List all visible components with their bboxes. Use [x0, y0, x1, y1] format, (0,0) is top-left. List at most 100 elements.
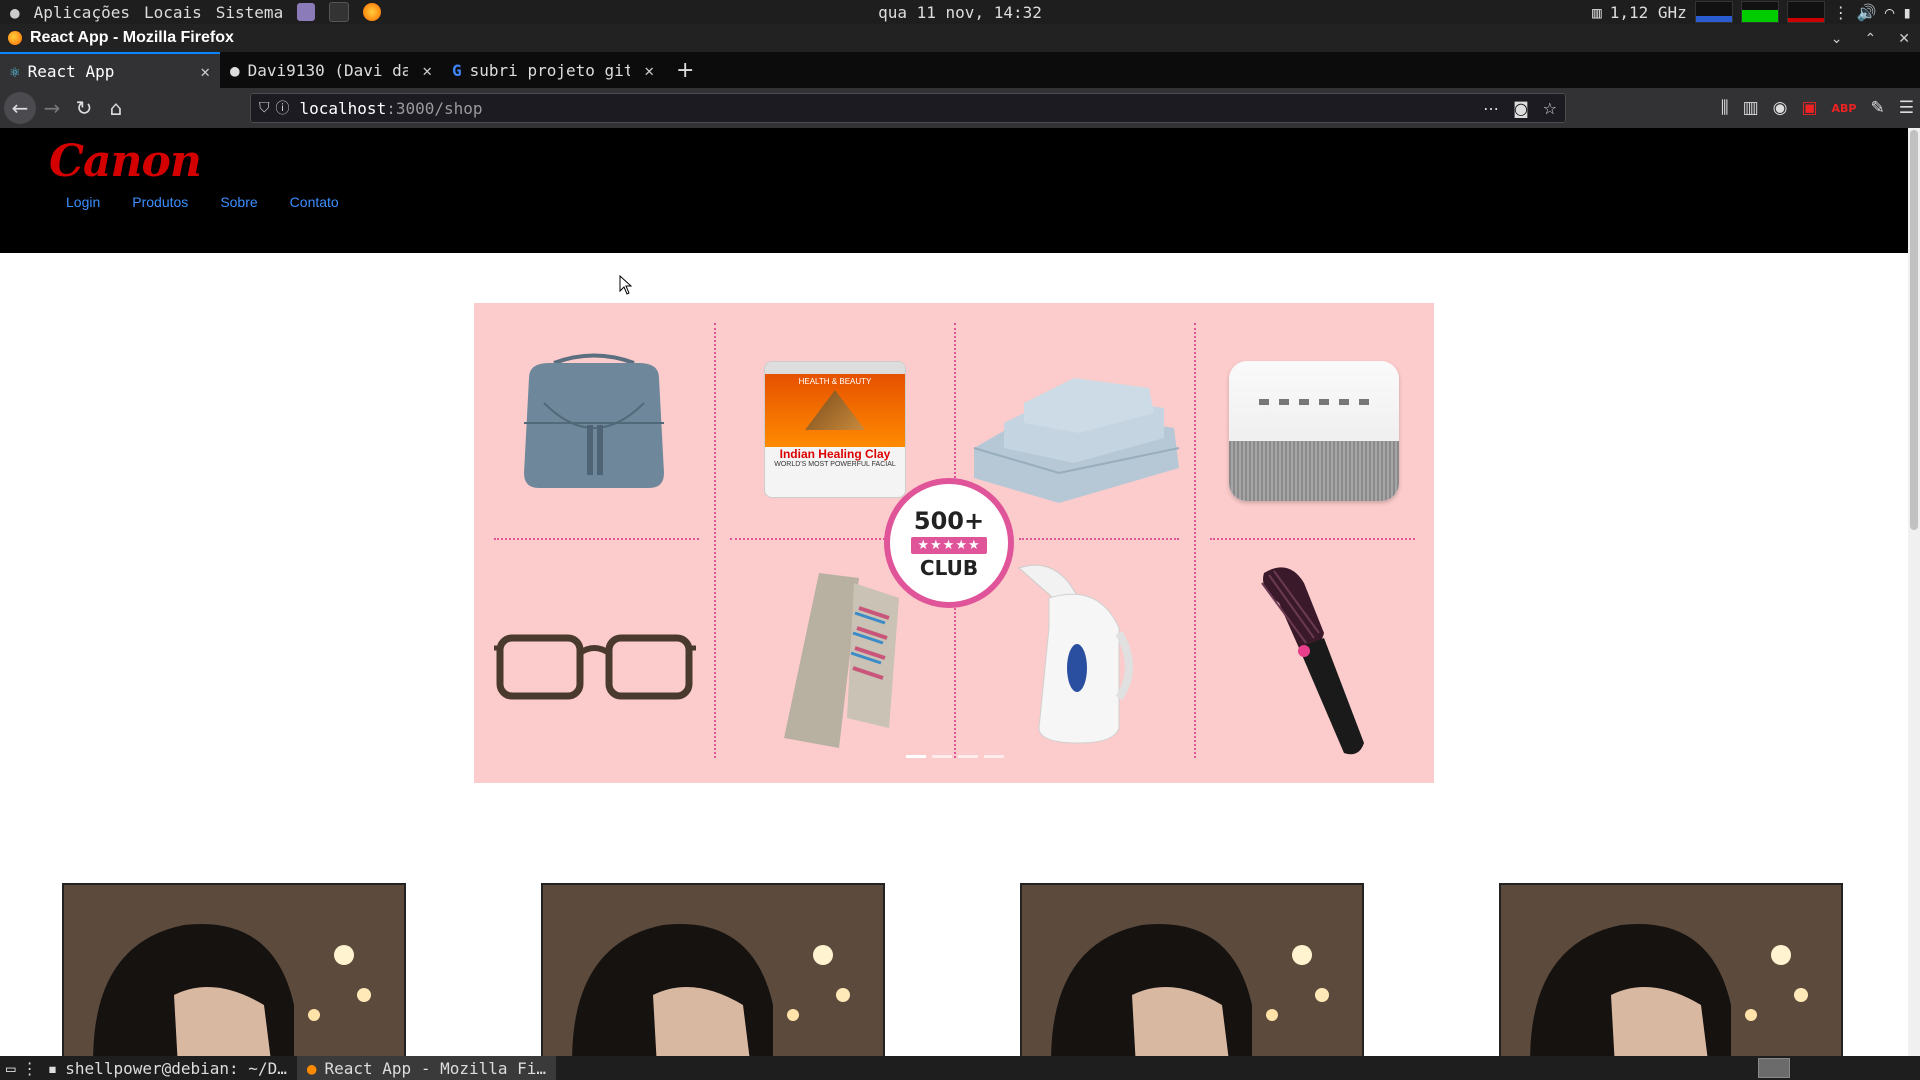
product-card-image[interactable]: [62, 883, 406, 1056]
shield-icon[interactable]: ⛉: [259, 100, 270, 116]
show-desktop-icon[interactable]: ▭: [6, 1059, 16, 1078]
back-button[interactable]: ←: [4, 92, 36, 124]
close-tab-icon[interactable]: ✕: [644, 61, 654, 80]
cpu-graph: [1694, 1, 1733, 23]
club-badge: 500+ ★★★★★ CLUB: [884, 478, 1014, 608]
product-glasses-image[interactable]: [492, 628, 697, 708]
nav-link-login[interactable]: Login: [66, 194, 100, 210]
tab-label: subri projeto git: [469, 60, 630, 80]
info-icon[interactable]: ⓘ: [276, 98, 290, 118]
page-scrollbar[interactable]: [1908, 128, 1920, 1056]
battery-icon[interactable]: ▮: [1902, 3, 1912, 22]
tab-react-app[interactable]: ⚛ React App ✕: [0, 52, 220, 88]
tab-github[interactable]: ● Davi9130 (Davi da ✕: [220, 52, 442, 88]
library-icon[interactable]: ⫼: [1721, 98, 1729, 118]
web-page: Canon Login Produtos Sobre Contato HEALT…: [0, 128, 1908, 1056]
sidebar-icon[interactable]: ▥: [1743, 98, 1759, 118]
url-bar[interactable]: ⛉ ⓘ localhost :3000/shop ⋯ ◙ ☆: [250, 93, 1566, 123]
home-button[interactable]: ⌂: [100, 92, 132, 124]
menu-dots-icon[interactable]: ⋮: [1833, 3, 1849, 22]
workspace-switcher[interactable]: [1758, 1058, 1790, 1078]
system-top-panel: ● Aplicações Locais Sistema qua 11 nov, …: [0, 0, 1920, 24]
task-terminal[interactable]: ▪ shellpower@debian: ~/D…: [38, 1056, 297, 1080]
debian-logo-icon[interactable]: ●: [10, 3, 20, 22]
carousel-dot[interactable]: [932, 755, 952, 758]
badge-top-text: 500+: [913, 506, 985, 535]
jar-sub-text: WORLD'S MOST POWERFUL FACIAL: [774, 461, 896, 468]
tab-label: React App: [27, 61, 115, 81]
maximize-icon[interactable]: ⌃: [1865, 30, 1877, 47]
terminal-launcher-icon[interactable]: [329, 2, 350, 22]
task-label: shellpower@debian: ~/D…: [65, 1058, 287, 1078]
minimize-icon[interactable]: ⌄: [1831, 30, 1843, 47]
close-window-icon[interactable]: ✕: [1898, 30, 1910, 47]
memory-graph: [1740, 1, 1779, 23]
bookmark-star-icon[interactable]: ☆: [1543, 99, 1557, 118]
adblock-icon[interactable]: ABP: [1832, 102, 1857, 115]
menu-sistema[interactable]: Sistema: [216, 3, 283, 22]
wifi-icon[interactable]: ◠: [1885, 3, 1895, 22]
menu-locais[interactable]: Locais: [144, 3, 202, 22]
brand-logo[interactable]: Canon: [49, 136, 202, 187]
extension-pen-icon[interactable]: ✎: [1871, 98, 1885, 118]
window-titlebar[interactable]: React App - Mozilla Firefox ⌄ ⌃ ✕: [0, 24, 1920, 52]
google-favicon-icon: G: [452, 60, 462, 80]
site-nav: Login Produtos Sobre Contato: [66, 194, 339, 210]
page-actions-icon[interactable]: ⋯: [1483, 99, 1499, 118]
extension-red-icon[interactable]: ▣: [1801, 98, 1817, 118]
pocket-icon[interactable]: ◙: [1513, 99, 1529, 118]
new-tab-button[interactable]: +: [664, 52, 706, 88]
react-favicon-icon: ⚛: [10, 61, 20, 81]
site-header: Canon Login Produtos Sobre Contato: [0, 128, 1908, 253]
product-card-image[interactable]: [541, 883, 885, 1056]
firefox-launcher-icon[interactable]: [363, 3, 382, 21]
divider: [1019, 538, 1179, 540]
reload-button[interactable]: ↻: [68, 92, 100, 124]
forward-button[interactable]: →: [36, 92, 68, 124]
product-clay-jar-image[interactable]: HEALTH & BEAUTY Indian Healing Clay WORL…: [764, 361, 906, 498]
product-steamer-image[interactable]: [1009, 558, 1139, 748]
badge-bottom-text: CLUB: [919, 555, 979, 580]
launcher-star-icon[interactable]: [297, 3, 316, 21]
task-label: React App - Mozilla Fi…: [324, 1058, 547, 1078]
product-sheets-image[interactable]: [964, 368, 1189, 508]
promo-carousel[interactable]: HEALTH & BEAUTY Indian Healing Clay WORL…: [474, 303, 1434, 783]
carousel-indicators: [906, 755, 1004, 758]
product-card-image[interactable]: [1020, 883, 1364, 1056]
account-icon[interactable]: ◉: [1773, 98, 1788, 118]
portrait-photo: [1022, 885, 1362, 1056]
github-favicon-icon: ●: [230, 60, 240, 80]
product-card-image[interactable]: [1499, 883, 1843, 1056]
tab-google[interactable]: G subri projeto git ✕: [442, 52, 664, 88]
tab-strip: ⚛ React App ✕ ● Davi9130 (Davi da ✕ G su…: [0, 52, 1920, 88]
nav-link-produtos[interactable]: Produtos: [132, 194, 188, 210]
hamburger-menu-icon[interactable]: ☰: [1899, 98, 1914, 118]
task-firefox[interactable]: ● React App - Mozilla Fi…: [296, 1056, 557, 1080]
url-path: :3000/shop: [386, 98, 483, 118]
scrollbar-thumb[interactable]: [1910, 130, 1918, 530]
carousel-dot[interactable]: [906, 755, 926, 758]
product-sound-machine-image[interactable]: [1229, 361, 1399, 501]
close-tab-icon[interactable]: ✕: [200, 62, 210, 81]
firefox-task-icon: ●: [306, 1058, 317, 1078]
taskbar-handle-icon: ⋮: [21, 1058, 38, 1078]
url-host: localhost: [299, 98, 387, 118]
volume-icon[interactable]: 🔊: [1857, 3, 1877, 22]
nav-link-contato[interactable]: Contato: [290, 194, 339, 210]
firefox-icon: [8, 31, 22, 45]
divider: [1194, 323, 1196, 758]
divider: [714, 323, 716, 758]
menu-aplicacoes[interactable]: Aplicações: [34, 3, 130, 22]
product-wallet-image[interactable]: [769, 568, 909, 753]
close-tab-icon[interactable]: ✕: [422, 61, 432, 80]
product-hair-brush-image[interactable]: [1244, 563, 1384, 763]
tab-label: Davi9130 (Davi da: [247, 60, 408, 80]
badge-stars: ★★★★★: [911, 536, 987, 554]
carousel-dot[interactable]: [984, 755, 1004, 758]
nav-link-sobre[interactable]: Sobre: [220, 194, 257, 210]
portrait-photo: [543, 885, 883, 1056]
product-bag-image[interactable]: [509, 353, 679, 503]
window-title: React App - Mozilla Firefox: [30, 29, 234, 46]
mouse-cursor-icon: [619, 275, 633, 295]
carousel-dot[interactable]: [958, 755, 978, 758]
